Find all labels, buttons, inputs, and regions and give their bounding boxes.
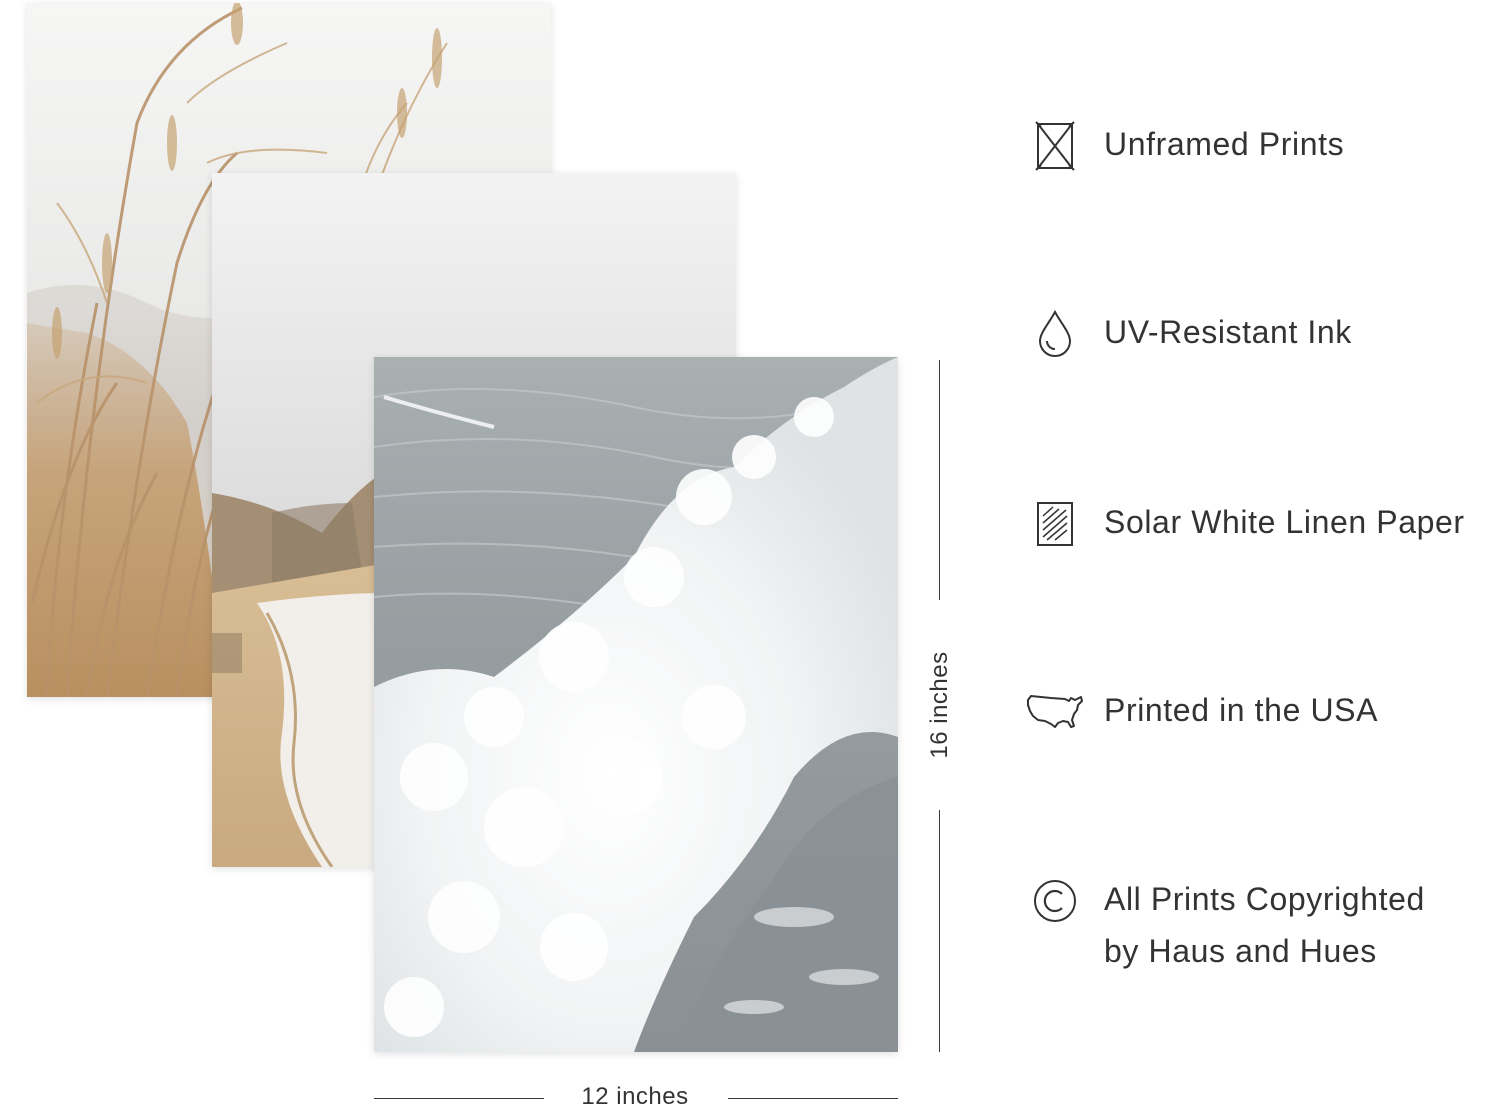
- ocean-wave-image: [374, 357, 898, 1052]
- feature-label-multiline: All Prints Copyrighted by Haus and Hues: [1104, 873, 1425, 977]
- feature-label: Printed in the USA: [1104, 692, 1379, 728]
- height-dimension-label: 16 inches: [926, 651, 953, 759]
- feature-solar-white-linen-paper: Solar White Linen Paper: [1020, 496, 1465, 552]
- feature-unframed-prints: Unframed Prints: [1020, 118, 1344, 174]
- feature-uv-resistant-ink: UV-Resistant Ink: [1020, 306, 1352, 362]
- copyright-icon: [1020, 873, 1090, 929]
- height-dimension-line-top: [939, 360, 940, 600]
- width-dimension-line-right: [728, 1098, 898, 1099]
- usa-map-icon: [1020, 684, 1090, 740]
- feature-label: Solar White Linen Paper: [1104, 504, 1465, 540]
- ink-drop-icon: [1020, 306, 1090, 362]
- feature-copyright: All Prints Copyrighted by Haus and Hues: [1020, 873, 1425, 977]
- feature-label: UV-Resistant Ink: [1104, 314, 1352, 350]
- feature-printed-in-usa: Printed in the USA: [1020, 684, 1378, 740]
- print-ocean-wave: [374, 357, 898, 1052]
- feature-label: Unframed Prints: [1104, 126, 1345, 162]
- feature-label-line1: All Prints Copyrighted: [1104, 881, 1425, 917]
- height-dimension-line-bottom: [939, 810, 940, 1052]
- linen-paper-icon: [1020, 496, 1090, 552]
- feature-label-line2: by Haus and Hues: [1104, 933, 1377, 969]
- width-dimension-label: 12 inches: [581, 1083, 689, 1110]
- width-dimension-line-left: [374, 1098, 544, 1099]
- unframed-icon: [1020, 118, 1090, 174]
